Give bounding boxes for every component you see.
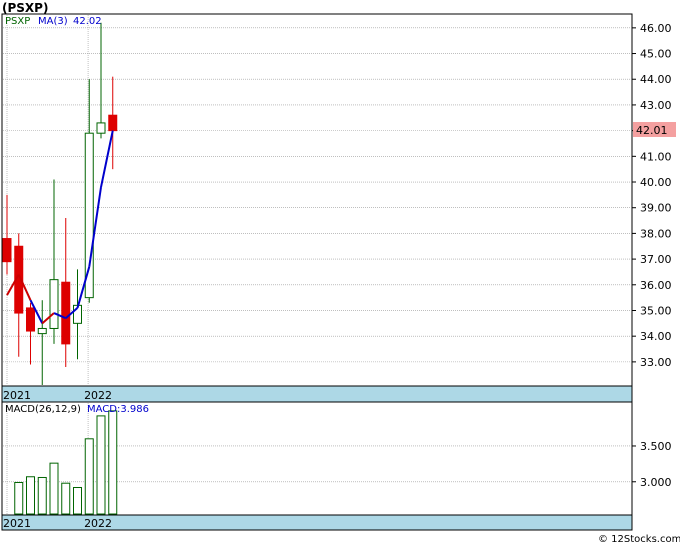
macd-bar: [26, 476, 35, 515]
price-tick-label: 43.00: [640, 99, 672, 112]
last-price-marker: 42.01: [633, 122, 676, 137]
price-year-label: 2022: [84, 389, 112, 402]
macd-bar: [73, 487, 82, 515]
candle-body: [61, 281, 71, 345]
chart-title: (PSXP): [2, 1, 48, 15]
price-tick-label: 38.00: [640, 227, 672, 240]
macd-bar: [37, 476, 47, 515]
macd-bar: [108, 410, 118, 515]
candle-body: [37, 327, 47, 335]
candle-body: [49, 279, 59, 329]
price-tick-label: 46.00: [640, 22, 672, 35]
candle-body: [96, 122, 106, 134]
price-tick-label: 36.00: [640, 279, 672, 292]
macd-bar: [84, 438, 94, 515]
macd-bar: [61, 482, 71, 515]
legend-ma-label: MA(3): [38, 16, 68, 27]
macd-tick-label: 3.000: [640, 476, 672, 489]
price-tick-label: 37.00: [640, 253, 672, 266]
chart-canvas: (PSXP) 33.00 34.00 35.00 36.00 37.00 38.00 39.…: [1, 1, 680, 545]
price-tick-label: 39.00: [640, 202, 672, 215]
macd-legend-label: MACD(26,12,9): [5, 404, 81, 415]
candle-body: [108, 114, 118, 132]
macd-bar: [49, 462, 59, 515]
macd-bar: [96, 415, 106, 515]
price-legend: PSXP MA(3) 42.02: [5, 16, 102, 27]
price-tick-label: 41.00: [640, 150, 672, 163]
legend-symbol: PSXP: [5, 16, 30, 27]
candle-body: [26, 307, 35, 332]
watermark: © 12Stocks.com: [598, 534, 680, 545]
price-year-label: 2021: [3, 389, 31, 402]
price-tick-label: 44.00: [640, 73, 672, 86]
price-tick-label: 33.00: [640, 356, 672, 369]
macd-legend-value: MACD:3.986: [87, 404, 149, 415]
candle-body: [2, 238, 12, 263]
price-tick-label: 40.00: [640, 176, 672, 189]
last-price-label: 42.01: [636, 124, 668, 137]
price-tick-label: 35.00: [640, 304, 672, 317]
price-tick-labels: 33.00 34.00 35.00 36.00 37.00 38.00 39.00 40.00…: [632, 22, 672, 369]
macd-tick-labels: 3.000 3.500: [632, 440, 672, 489]
macd-tick-label: 3.500: [640, 440, 672, 453]
price-tick-label: 45.00: [640, 48, 672, 61]
macd-year-label: 2021: [3, 517, 31, 530]
legend-ma-value: 42.02: [73, 16, 102, 27]
macd-legend: MACD(26,12,9) MACD:3.986: [5, 404, 149, 415]
price-tick-label: 34.00: [640, 330, 672, 343]
macd-bar: [14, 481, 24, 515]
macd-year-label: 2022: [84, 517, 112, 530]
